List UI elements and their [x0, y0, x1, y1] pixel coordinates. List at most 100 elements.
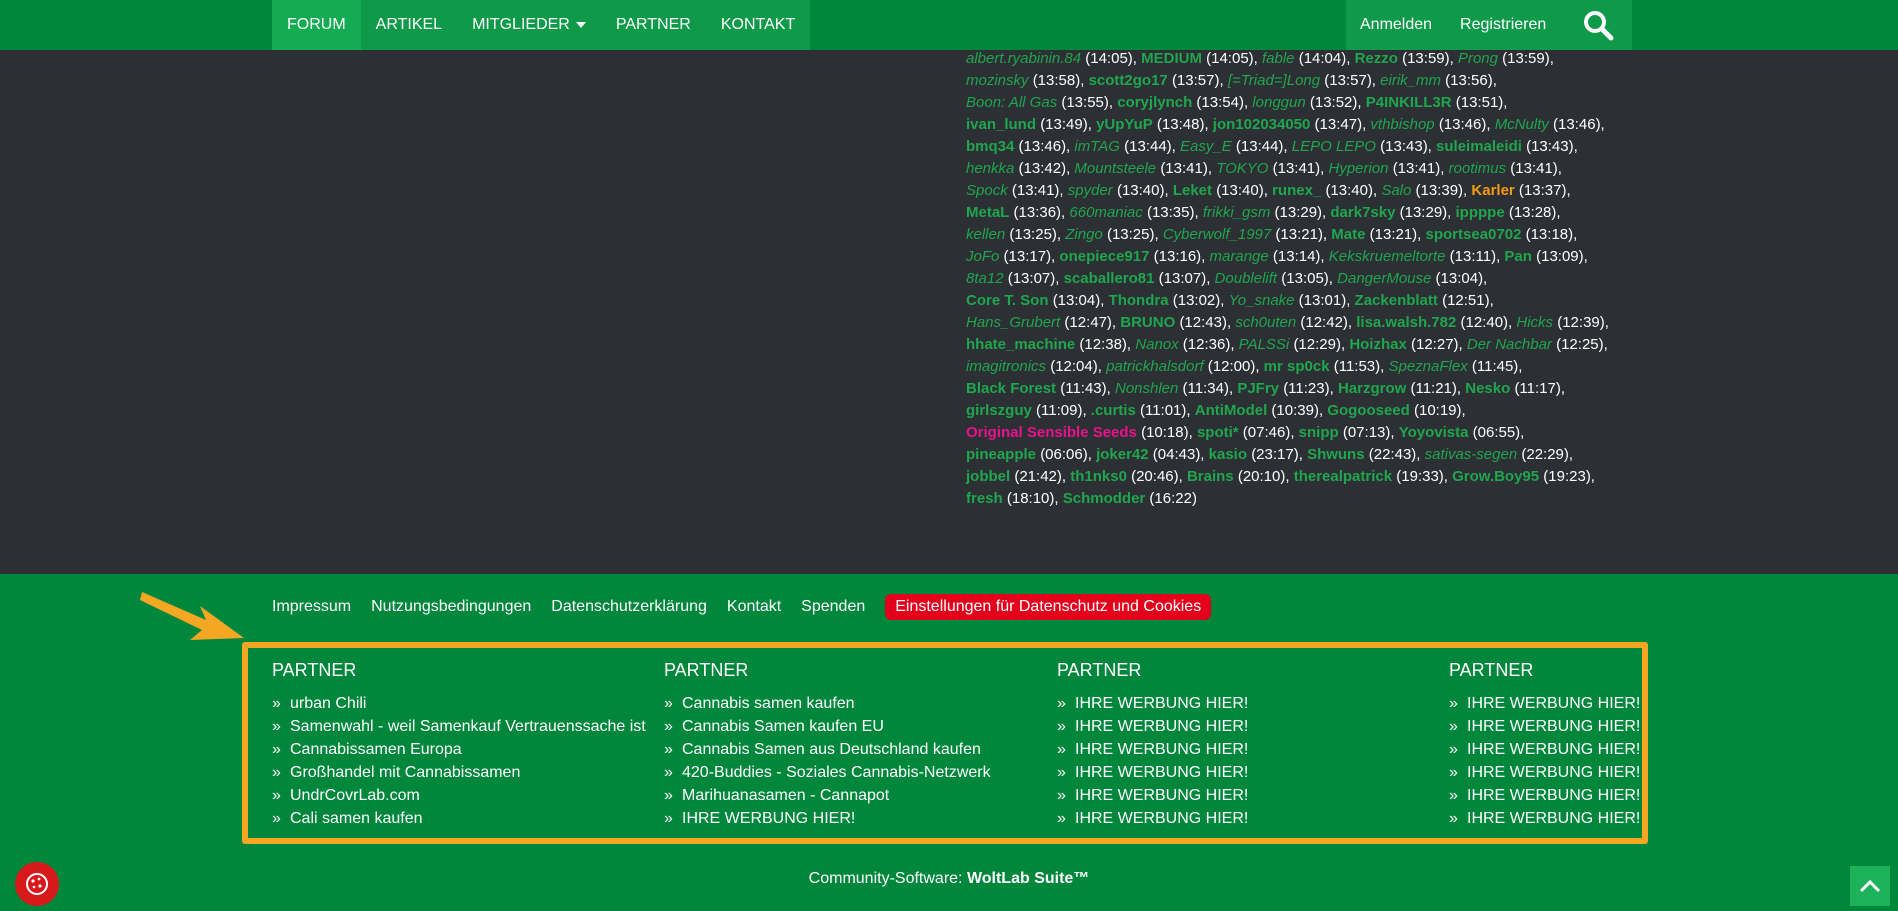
footer-link-spenden[interactable]: Spenden [801, 598, 865, 616]
online-user-link[interactable]: Hans_Grubert [966, 314, 1060, 331]
online-user-link[interactable]: joker42 [1096, 446, 1149, 463]
online-user-link[interactable]: kellen [966, 226, 1005, 243]
partner-link[interactable]: » 420-Buddies - Soziales Cannabis-Netzwer… [664, 761, 991, 784]
nav-item-mitglieder[interactable]: MITGLIEDER [457, 0, 601, 50]
online-user-link[interactable]: snipp [1299, 424, 1339, 441]
online-user-link[interactable]: marange [1210, 248, 1269, 265]
online-user-link[interactable]: Mate [1331, 226, 1365, 243]
online-user-link[interactable]: Mountsteele [1074, 160, 1156, 177]
online-user-link[interactable]: Rezzo [1355, 50, 1398, 67]
partner-link[interactable]: » IHRE WERBUNG HIER! [1057, 784, 1248, 807]
partner-link[interactable]: » IHRE WERBUNG HIER! [1057, 692, 1248, 715]
online-user-link[interactable]: Doublelift [1215, 270, 1278, 287]
online-user-link[interactable]: Shwuns [1307, 446, 1365, 463]
online-user-link[interactable]: bmq34 [966, 138, 1014, 155]
online-user-link[interactable]: coryjlynch [1117, 94, 1192, 111]
online-user-link[interactable]: scaballero81 [1064, 270, 1155, 287]
online-user-link[interactable]: frikki_gsm [1203, 204, 1271, 221]
online-user-link[interactable]: albert.ryabinin.84 [966, 50, 1081, 67]
online-user-link[interactable]: Prong [1458, 50, 1498, 67]
partner-link[interactable]: » IHRE WERBUNG HIER! [1057, 807, 1248, 830]
online-user-link[interactable]: Salo [1381, 182, 1411, 199]
cookie-icon[interactable] [15, 862, 59, 906]
online-user-link[interactable]: sportsea0702 [1426, 226, 1522, 243]
partner-link[interactable]: » Samenwahl - weil Samenkauf Vertrauenssa… [272, 715, 646, 738]
online-user-link[interactable]: Core T. Son [966, 292, 1049, 309]
online-user-link[interactable]: girlszguy [966, 402, 1032, 419]
partner-link[interactable]: » IHRE WERBUNG HIER! [1449, 807, 1640, 830]
online-user-link[interactable]: Karler [1471, 182, 1514, 199]
arrow-up-icon[interactable] [1850, 866, 1890, 906]
online-user-link[interactable]: Pan [1504, 248, 1532, 265]
online-user-link[interactable]: McNulty [1495, 116, 1549, 133]
online-user-link[interactable]: Zackenblatt [1355, 292, 1438, 309]
partner-link[interactable]: » IHRE WERBUNG HIER! [1057, 761, 1248, 784]
partner-link[interactable]: » IHRE WERBUNG HIER! [1449, 715, 1640, 738]
partner-link[interactable]: » IHRE WERBUNG HIER! [1057, 715, 1248, 738]
online-user-link[interactable]: sativas-segen [1425, 446, 1518, 463]
online-user-link[interactable]: Brains [1187, 468, 1234, 485]
online-user-link[interactable]: Original Sensible Seeds [966, 424, 1137, 441]
online-user-link[interactable]: Spock [966, 182, 1008, 199]
online-user-link[interactable]: Boon: All Gas [966, 94, 1057, 111]
nav-item-partner[interactable]: PARTNER [601, 0, 706, 50]
online-user-link[interactable]: yUpYuP [1096, 116, 1153, 133]
partner-link[interactable]: » Cannabissamen Europa [272, 738, 646, 761]
nav-item-artikel[interactable]: ARTIKEL [361, 0, 457, 50]
footer-link-nutzungsbedingungen[interactable]: Nutzungsbedingungen [371, 598, 531, 616]
online-user-link[interactable]: dark7sky [1330, 204, 1395, 221]
footer-link-datenschutz[interactable]: Datenschutzerklärung [551, 598, 707, 616]
online-user-link[interactable]: sch0uten [1235, 314, 1296, 331]
online-user-link[interactable]: DangerMouse [1337, 270, 1431, 287]
online-user-link[interactable]: [=Triad=]Long [1228, 72, 1320, 89]
online-user-link[interactable]: pineapple [966, 446, 1036, 463]
online-user-link[interactable]: spoti* [1197, 424, 1239, 441]
online-user-link[interactable]: longgun [1252, 94, 1305, 111]
footer-link-kontakt[interactable]: Kontakt [727, 598, 781, 616]
register-link[interactable]: Registrieren [1446, 16, 1560, 34]
partner-link[interactable]: » UndrCovrLab.com [272, 784, 646, 807]
online-user-link[interactable]: 8ta12 [966, 270, 1004, 287]
online-user-link[interactable]: LEPO LEPO [1292, 138, 1376, 155]
login-link[interactable]: Anmelden [1346, 16, 1446, 34]
partner-link[interactable]: » IHRE WERBUNG HIER! [1449, 692, 1640, 715]
copyright-brand-link[interactable]: WoltLab Suite™ [967, 870, 1089, 887]
online-user-link[interactable]: lisa.walsh.782 [1356, 314, 1456, 331]
online-user-link[interactable]: therealpatrick [1294, 468, 1392, 485]
online-user-link[interactable]: th1nks0 [1070, 468, 1127, 485]
online-user-link[interactable]: 660maniac [1069, 204, 1142, 221]
online-user-link[interactable]: fable [1262, 50, 1295, 67]
online-user-link[interactable]: Gogooseed [1327, 402, 1410, 419]
online-user-link[interactable]: mozinsky [966, 72, 1029, 89]
online-user-link[interactable]: suleimaleidi [1436, 138, 1522, 155]
online-user-link[interactable]: Kekskruemeltorte [1329, 248, 1446, 265]
online-user-link[interactable]: Zingo [1065, 226, 1103, 243]
search-icon[interactable] [1582, 9, 1614, 41]
online-user-link[interactable]: jon102034050 [1213, 116, 1311, 133]
online-user-link[interactable]: runex_ [1272, 182, 1321, 199]
online-user-link[interactable]: .curtis [1091, 402, 1136, 419]
partner-link[interactable]: » urban Chili [272, 692, 646, 715]
online-user-link[interactable]: TOKYO [1216, 160, 1268, 177]
partner-link[interactable]: » Marihuanasamen - Cannapot [664, 784, 991, 807]
cookie-settings-button[interactable]: Einstellungen für Datenschutz und Cookie… [885, 594, 1212, 620]
online-user-link[interactable]: JoFo [966, 248, 999, 265]
online-user-link[interactable]: Nesko [1465, 380, 1510, 397]
online-user-link[interactable]: kasio [1209, 446, 1247, 463]
online-user-link[interactable]: PJFry [1237, 380, 1279, 397]
online-user-link[interactable]: rootimus [1449, 160, 1507, 177]
online-user-link[interactable]: patrickhalsdorf [1106, 358, 1204, 375]
online-user-link[interactable]: ivan_lund [966, 116, 1036, 133]
online-user-link[interactable]: Der Nachbar [1467, 336, 1552, 353]
online-user-link[interactable]: P4INKILL3R [1366, 94, 1452, 111]
online-user-link[interactable]: hhate_machine [966, 336, 1075, 353]
online-user-link[interactable]: PALSSi [1239, 336, 1290, 353]
online-user-link[interactable]: ippppe [1456, 204, 1505, 221]
online-user-link[interactable]: MetaL [966, 204, 1009, 221]
online-user-link[interactable]: Yo_snake [1229, 292, 1295, 309]
partner-link[interactable]: » IHRE WERBUNG HIER! [664, 807, 991, 830]
online-user-link[interactable]: BRUNO [1120, 314, 1175, 331]
online-user-link[interactable]: Nanox [1135, 336, 1178, 353]
online-user-link[interactable]: Hyperion [1328, 160, 1388, 177]
partner-link[interactable]: » IHRE WERBUNG HIER! [1449, 784, 1640, 807]
